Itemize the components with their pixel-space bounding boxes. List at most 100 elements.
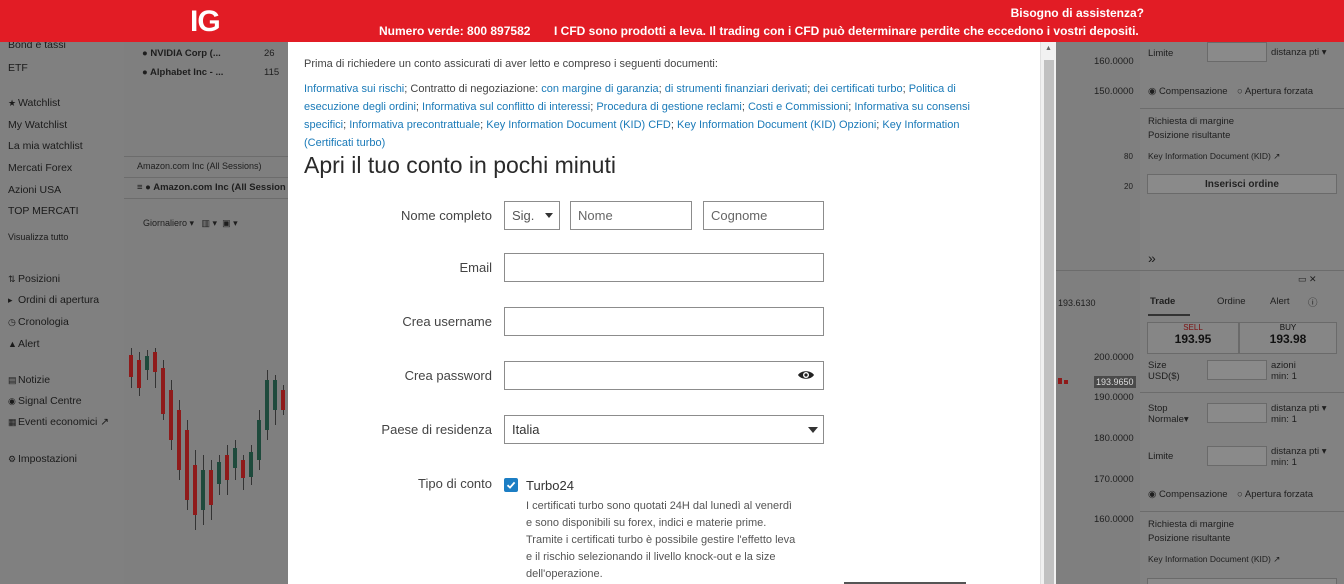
divider xyxy=(1140,392,1344,393)
doc-link[interactable]: Key Information Document (KID) Opzioni xyxy=(677,119,876,131)
sidebar-item-forex[interactable]: Mercati Forex xyxy=(8,162,72,174)
margin-label: Richiesta di margine xyxy=(1148,116,1235,127)
doc-link[interactable]: Costi e Commissioni xyxy=(748,101,848,113)
limit-input[interactable] xyxy=(1207,446,1267,466)
sidebar-item-signal-centre[interactable]: ◉ Signal Centre xyxy=(8,395,82,407)
forced-open-radio[interactable]: ○ Apertura forzata xyxy=(1237,489,1313,500)
chart-tab[interactable]: Amazon.com Inc (All Sessions) xyxy=(137,161,262,171)
tab-trade[interactable]: Trade xyxy=(1150,296,1175,307)
limit-input[interactable] xyxy=(1207,42,1267,62)
scroll-up-icon[interactable]: ▲ xyxy=(1045,45,1052,52)
ig-logo[interactable]: IG xyxy=(190,5,221,39)
sidebar-item-etf[interactable]: ETF xyxy=(8,62,28,74)
doc-link[interactable]: Informativa sui rischi xyxy=(304,83,404,95)
axis-label: 200.0000 xyxy=(1094,352,1134,363)
tab-order[interactable]: Ordine xyxy=(1217,296,1246,307)
size-hint: azioni xyxy=(1271,360,1296,371)
watchlist-row[interactable]: ● NVIDIA Corp (... xyxy=(142,48,221,59)
email-field[interactable] xyxy=(504,253,824,282)
sidebar-item-azioni-usa[interactable]: Azioni USA xyxy=(8,184,61,196)
sidebar-item-cronologia[interactable]: ◷ Cronologia xyxy=(8,316,69,328)
top-banner: IG Bisogno di assistenza? Numero verde: … xyxy=(0,0,1344,42)
password-label: Crea password xyxy=(404,368,492,383)
axis-label: 160.0000 xyxy=(1094,56,1134,67)
stop-label: Stop xyxy=(1148,403,1168,414)
divider xyxy=(1140,270,1344,271)
docs-text: ; Contratto di negoziazione: xyxy=(404,83,542,95)
tab-alert[interactable]: Alert xyxy=(1270,296,1290,307)
country-value: Italia xyxy=(512,422,540,437)
margin-label: Richiesta di margine xyxy=(1148,519,1235,530)
compensation-radio[interactable]: ◉ Compensazione xyxy=(1148,86,1228,97)
sell-button[interactable]: SELL 193.95 xyxy=(1147,322,1239,354)
stop-input[interactable] xyxy=(1207,403,1267,423)
kid-link[interactable]: Key Information Document (KID) ↗ xyxy=(1148,554,1280,565)
axis-label: 180.0000 xyxy=(1094,433,1134,444)
compensation-radio[interactable]: ◉ Compensazione xyxy=(1148,489,1228,500)
assistance-link[interactable]: Bisogno di assistenza? xyxy=(1011,6,1144,20)
chevron-down-icon xyxy=(545,213,553,218)
sidebar-item-la-mia-watchlist[interactable]: La mia watchlist xyxy=(8,140,83,152)
scrollbar-thumb[interactable] xyxy=(1044,60,1054,584)
news-icon: ▤ xyxy=(8,375,17,385)
sidebar-item-ordini[interactable]: ▸ Ordini di apertura xyxy=(8,294,99,306)
sidebar-item-posizioni[interactable]: ⇅ Posizioni xyxy=(8,273,60,285)
info-icon[interactable]: ⓘ xyxy=(1308,295,1318,309)
divider xyxy=(1140,511,1344,512)
doc-link[interactable]: di strumenti finanziari derivati xyxy=(665,83,807,95)
stop-type-select[interactable]: Normale▾ xyxy=(1148,414,1189,425)
sidebar-item-notizie[interactable]: ▤Notizie xyxy=(8,374,50,386)
orders-icon: ▸ xyxy=(8,295,13,305)
timeframe-select[interactable]: Giornaliero ▾ ▥ ▾ ▣ ▾ xyxy=(143,218,238,229)
doc-link[interactable]: con margine di garanzia xyxy=(541,83,658,95)
size-unit: USD($) xyxy=(1148,371,1180,382)
sidebar: Bond e tassi ETF ★ Watchlist My Watchlist… xyxy=(0,39,124,584)
first-name-input[interactable]: Nome xyxy=(570,201,692,230)
modal-scrollbar[interactable]: ▲ xyxy=(1040,42,1056,584)
last-name-input[interactable]: Cognome xyxy=(703,201,824,230)
positions-icon: ⇅ xyxy=(8,274,16,284)
sidebar-item-eventi[interactable]: ▦Eventi economici ↗ xyxy=(8,416,109,428)
active-tab-indicator xyxy=(1148,314,1190,316)
limit-min: min: 1 xyxy=(1271,457,1297,468)
size-input[interactable] xyxy=(1207,360,1267,380)
sidebar-item-alert[interactable]: ▲Alert xyxy=(8,338,40,350)
star-icon: ★ xyxy=(8,98,17,108)
sidebar-item-impostazioni[interactable]: ⚙ Impostazioni xyxy=(8,453,77,465)
turbo24-checkbox[interactable] xyxy=(504,478,518,492)
sidebar-item-watchlist[interactable]: ★ Watchlist xyxy=(8,97,60,109)
sidebar-item-top-mercati[interactable]: TOP MERCATI xyxy=(8,205,79,217)
forced-open-radio[interactable]: ○ Apertura forzata xyxy=(1237,86,1313,97)
watchlist-value: 115 xyxy=(264,67,280,78)
salutation-value: Sig. xyxy=(512,208,535,223)
chevron-down-icon xyxy=(808,427,818,433)
password-field[interactable] xyxy=(504,361,824,390)
doc-link[interactable]: Key Information Document (KID) CFD xyxy=(486,119,671,131)
turbo24-label: Turbo24 xyxy=(526,478,574,493)
stop-distance-select[interactable]: distanza pti ▾ xyxy=(1271,403,1326,414)
limit-label: Limite xyxy=(1148,48,1174,59)
view-all-link[interactable]: Visualizza tutto xyxy=(8,232,68,242)
watchlist-row[interactable]: ● Alphabet Inc - ... xyxy=(142,67,223,78)
doc-link[interactable]: Informativa precontrattuale xyxy=(349,119,480,131)
country-label: Paese di residenza xyxy=(381,422,492,437)
eye-icon[interactable] xyxy=(797,369,815,384)
username-field[interactable] xyxy=(504,307,824,336)
place-order-button[interactable] xyxy=(1147,578,1337,584)
expand-icon[interactable]: » xyxy=(1148,250,1156,266)
divider xyxy=(124,198,288,199)
axis-label: 170.0000 xyxy=(1094,474,1134,485)
limit-distance-select[interactable]: distanza pti ▾ xyxy=(1271,446,1326,457)
doc-link[interactable]: Procedura di gestione reclami xyxy=(596,101,742,113)
buy-button[interactable]: BUY 193.98 xyxy=(1239,322,1337,354)
country-select[interactable]: Italia xyxy=(504,415,824,444)
kid-link[interactable]: Key Information Document (KID) ↗ xyxy=(1148,151,1280,162)
turbo24-description: I certificati turbo sono quotati 24H dal… xyxy=(526,500,796,580)
maximize-icon[interactable]: ▭ ✕ xyxy=(1298,274,1317,285)
doc-link[interactable]: Informativa sul conflitto di interessi xyxy=(422,101,590,113)
place-order-button[interactable]: Inserisci ordine xyxy=(1147,174,1337,194)
distance-select[interactable]: distanza pti ▾ xyxy=(1271,47,1326,58)
sidebar-item-my-watchlist[interactable]: My Watchlist xyxy=(8,119,67,131)
salutation-select[interactable]: Sig. xyxy=(504,201,560,230)
doc-link[interactable]: dei certificati turbo xyxy=(813,83,902,95)
